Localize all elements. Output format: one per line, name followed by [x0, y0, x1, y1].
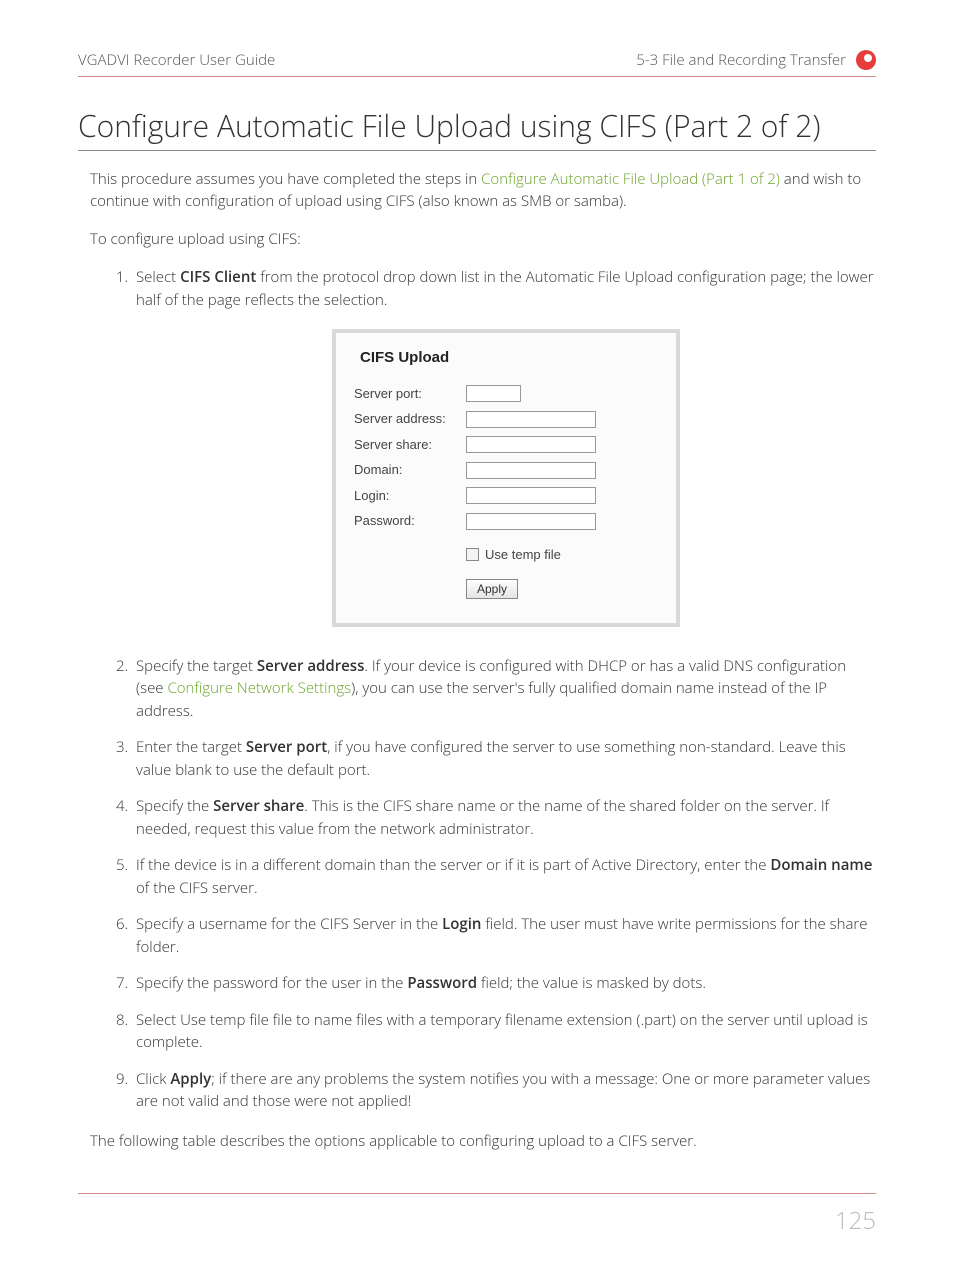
intro-lead: To configure upload using CIFS:	[78, 229, 876, 251]
intro-pre: This procedure assumes you have complete…	[90, 169, 481, 189]
row-login: Login:	[354, 486, 658, 506]
step-5: If the device is in a different domain t…	[132, 854, 876, 899]
step4-bold: Server share	[213, 796, 304, 816]
page-title: Configure Automatic File Upload using CI…	[78, 105, 876, 151]
steps-list: Select CIFS Client from the protocol dro…	[78, 266, 876, 1113]
document-page: VGADVI Recorder User Guide 5-3 File and …	[0, 0, 954, 1277]
input-password[interactable]	[466, 513, 596, 530]
link-network-settings[interactable]: Configure Network Settings	[167, 678, 351, 698]
step-4: Specify the Server share. This is the CI…	[132, 795, 876, 840]
input-server-port[interactable]	[466, 385, 521, 402]
step3-bold: Server port	[246, 737, 327, 757]
step6-bold: Login	[442, 914, 481, 934]
step-9: Click Apply; if there are any problems t…	[132, 1068, 876, 1113]
closing-paragraph: The following table describes the option…	[78, 1131, 876, 1153]
step-1: Select CIFS Client from the protocol dro…	[132, 266, 876, 627]
step-2: Specify the target Server address. If yo…	[132, 655, 876, 723]
step5-bold: Domain name	[770, 855, 872, 875]
step-6: Specify a username for the CIFS Server i…	[132, 913, 876, 958]
step-7: Specify the password for the user in the…	[132, 972, 876, 995]
cifs-upload-form: CIFS Upload Server port: Server address:…	[332, 329, 680, 627]
row-server-port: Server port:	[354, 384, 658, 404]
row-password: Password:	[354, 511, 658, 531]
row-use-temp-file: Use temp file	[466, 545, 658, 565]
label-use-temp-file: Use temp file	[485, 545, 561, 565]
link-part1[interactable]: Configure Automatic File Upload (Part 1 …	[481, 169, 780, 189]
step1-bold: CIFS Client	[180, 267, 256, 287]
step-3: Enter the target Server port, if you hav…	[132, 736, 876, 781]
input-domain[interactable]	[466, 462, 596, 479]
input-login[interactable]	[466, 487, 596, 504]
brand-icon	[856, 50, 876, 70]
header-section: 5-3 File and Recording Transfer	[636, 50, 876, 70]
label-login: Login:	[354, 486, 466, 506]
label-domain: Domain:	[354, 460, 466, 480]
label-server-address: Server address:	[354, 409, 466, 429]
checkbox-use-temp-file[interactable]	[466, 548, 479, 561]
page-footer: 125	[78, 1193, 876, 1237]
input-server-address[interactable]	[466, 411, 596, 428]
label-server-port: Server port:	[354, 384, 466, 404]
intro-paragraph: This procedure assumes you have complete…	[78, 169, 876, 213]
row-apply: Apply	[466, 578, 658, 601]
label-password: Password:	[354, 511, 466, 531]
step2-bold: Server address	[257, 656, 365, 676]
page-number: 125	[835, 1204, 876, 1237]
label-server-share: Server share:	[354, 435, 466, 455]
page-header: VGADVI Recorder User Guide 5-3 File and …	[78, 50, 876, 77]
step9-bold: Apply	[170, 1069, 211, 1089]
row-domain: Domain:	[354, 460, 658, 480]
step7-bold: Password	[407, 973, 477, 993]
header-guide-title: VGADVI Recorder User Guide	[78, 50, 275, 70]
apply-button[interactable]: Apply	[466, 579, 518, 599]
row-server-share: Server share:	[354, 435, 658, 455]
row-server-address: Server address:	[354, 409, 658, 429]
form-title: CIFS Upload	[360, 347, 658, 370]
header-section-text: 5-3 File and Recording Transfer	[636, 50, 846, 70]
input-server-share[interactable]	[466, 436, 596, 453]
step-8: Select Use temp file file to name files …	[132, 1009, 876, 1054]
